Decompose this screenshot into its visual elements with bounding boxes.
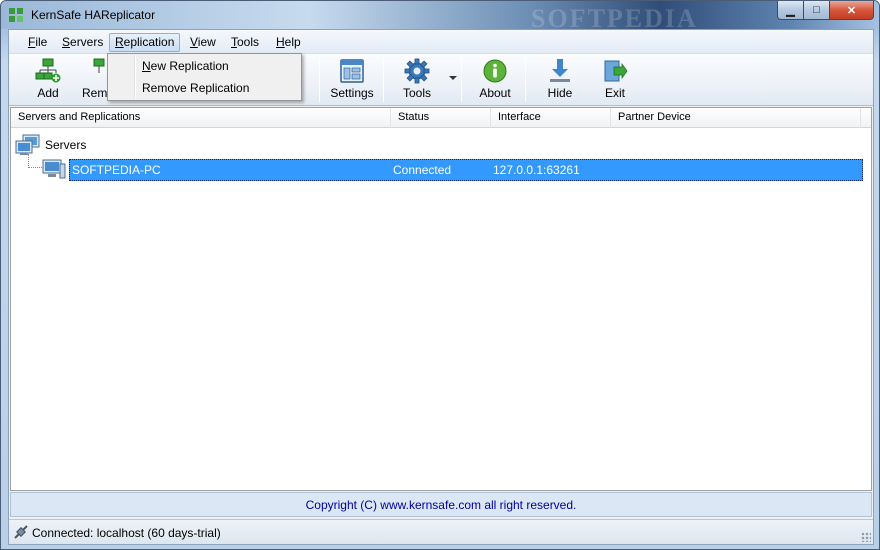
tools-label: Tools bbox=[402, 86, 431, 100]
minimize-button[interactable]: ▁ bbox=[777, 1, 804, 20]
title-bar[interactable]: KernSafe HAReplicator SOFTPEDIA ▁ □ ✕ bbox=[1, 1, 879, 33]
close-button[interactable]: ✕ bbox=[830, 1, 874, 20]
row-selection-highlight bbox=[69, 159, 863, 181]
menu-tools[interactable]: Tools bbox=[225, 33, 265, 52]
toolbar-separator bbox=[319, 58, 320, 102]
app-window: KernSafe HAReplicator SOFTPEDIA ▁ □ ✕ Fi… bbox=[0, 0, 880, 550]
info-icon bbox=[483, 59, 507, 83]
toolbar-separator bbox=[525, 58, 526, 102]
row-server-name: SOFTPEDIA-PC bbox=[72, 163, 161, 177]
servers-group-icon bbox=[15, 134, 40, 155]
add-label: Add bbox=[37, 86, 59, 100]
tools-dropdown-arrow-icon[interactable] bbox=[449, 76, 457, 80]
column-header-status[interactable]: Status bbox=[391, 108, 491, 128]
row-interface: 127.0.0.1:63261 bbox=[493, 163, 580, 177]
about-button[interactable]: About bbox=[473, 57, 517, 103]
menu-view[interactable]: View bbox=[184, 33, 222, 52]
app-icon bbox=[9, 8, 23, 22]
tools-button[interactable]: Tools bbox=[395, 57, 439, 103]
exit-button[interactable]: Exit bbox=[595, 57, 635, 103]
settings-label: Settings bbox=[330, 86, 374, 100]
gear-icon bbox=[404, 58, 430, 84]
column-header-partner[interactable]: Partner Device bbox=[611, 108, 861, 128]
add-button[interactable]: Add bbox=[27, 57, 69, 103]
servers-list[interactable]: Servers and Replications Status Interfac… bbox=[10, 107, 872, 491]
maximize-button[interactable]: □ bbox=[804, 1, 830, 20]
replication-dropdown-menu: New Replication Remove Replication bbox=[107, 53, 302, 101]
exit-door-icon bbox=[604, 60, 628, 82]
status-text: Connected: localhost (60 days-trial) bbox=[32, 526, 221, 540]
copyright-bar: Copyright (C) www.kernsafe.com all right… bbox=[10, 492, 872, 517]
menu-replication[interactable]: Replication bbox=[109, 33, 181, 52]
tree-connector bbox=[28, 154, 29, 168]
toolbar-separator bbox=[383, 58, 384, 102]
column-header-servers[interactable]: Servers and Replications bbox=[11, 108, 391, 128]
exit-label: Exit bbox=[604, 86, 625, 100]
toolbar-separator bbox=[461, 58, 462, 102]
row-status: Connected bbox=[393, 163, 452, 177]
hide-label: Hide bbox=[547, 86, 573, 100]
table-row[interactable]: SOFTPEDIA-PC Connected 127.0.0.1:63261 bbox=[42, 158, 863, 181]
tree-root-label: Servers bbox=[45, 138, 87, 152]
caption-buttons: ▁ □ ✕ bbox=[777, 1, 874, 20]
menu-servers[interactable]: Servers bbox=[56, 33, 109, 52]
list-header: Servers and Replications Status Interfac… bbox=[11, 108, 871, 128]
add-server-icon bbox=[35, 58, 61, 83]
menu-new-replication[interactable]: New Replication bbox=[142, 59, 229, 79]
menu-file[interactable]: File bbox=[22, 33, 53, 52]
menu-bar: File Servers Replication View Tools Help bbox=[9, 30, 873, 54]
connection-plug-icon bbox=[14, 525, 28, 539]
computer-icon bbox=[42, 159, 66, 179]
copyright-text[interactable]: Copyright (C) www.kernsafe.com all right… bbox=[306, 498, 577, 512]
column-header-interface[interactable]: Interface bbox=[491, 108, 611, 128]
window-title: KernSafe HAReplicator bbox=[31, 8, 156, 22]
hide-button[interactable]: Hide bbox=[539, 57, 581, 103]
download-arrow-icon bbox=[550, 59, 570, 82]
settings-button[interactable]: Settings bbox=[327, 57, 377, 103]
client-area: File Servers Replication View Tools Help… bbox=[8, 29, 874, 545]
status-bar: Connected: localhost (60 days-trial) bbox=[9, 519, 873, 544]
about-label: About bbox=[479, 86, 511, 100]
resize-grip[interactable] bbox=[861, 532, 871, 542]
menu-remove-replication[interactable]: Remove Replication bbox=[142, 81, 249, 101]
settings-icon bbox=[340, 59, 364, 83]
menu-help[interactable]: Help bbox=[270, 33, 307, 52]
